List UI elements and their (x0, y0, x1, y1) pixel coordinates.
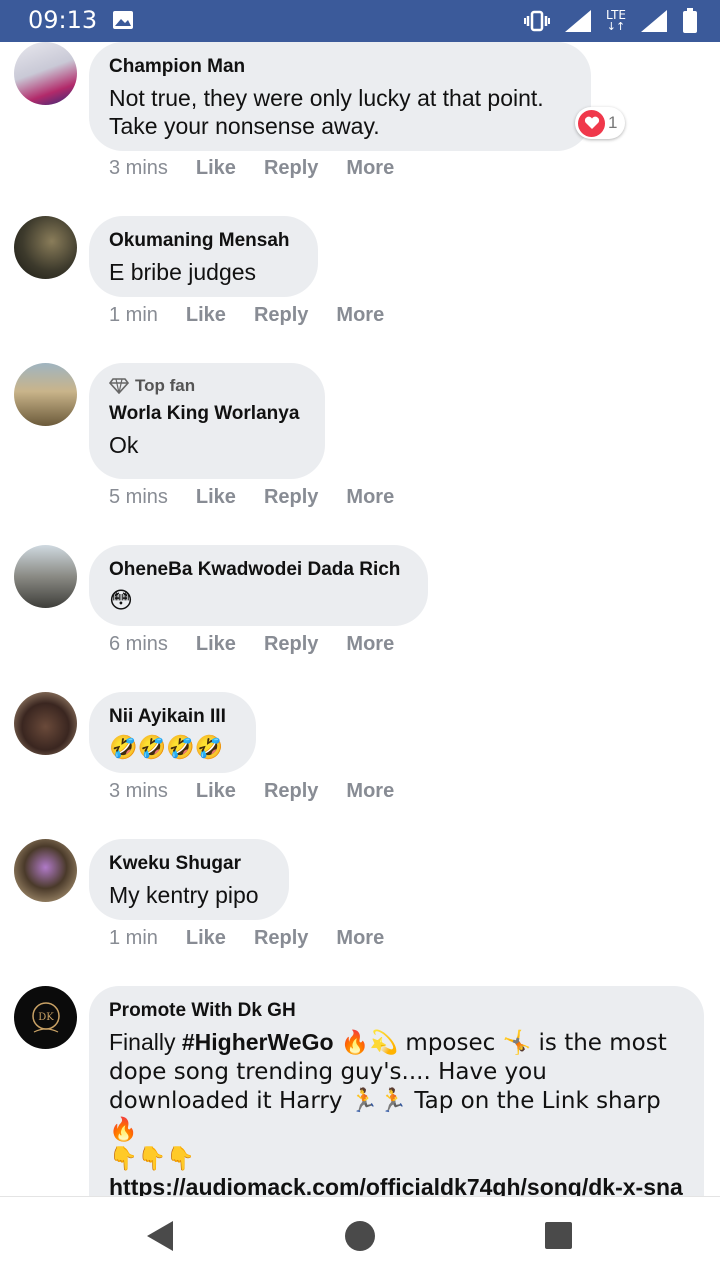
comment-author[interactable]: Champion Man (109, 54, 571, 80)
comment-author[interactable]: Okumaning Mensah (109, 228, 298, 254)
lte-indicator: LTE ↓↑ (606, 8, 626, 33)
like-button[interactable]: Like (186, 304, 226, 327)
love-reaction-icon (578, 109, 605, 137)
comment-text: My kentry pipo (109, 882, 259, 908)
comment-text: Not true, they were only lucky at that p… (109, 85, 544, 139)
comment-author[interactable]: OheneBa Kwadwodei Dada Rich (109, 557, 408, 583)
gallery-notification-icon (113, 11, 133, 29)
comment-actions: 1 min Like Reply More (109, 304, 384, 327)
comment-author[interactable]: Worla King Worlanya (109, 401, 305, 427)
status-time: 09:13 (28, 6, 98, 34)
audiomack-link[interactable]: https://audiomack.com/officialdk74gh/son… (109, 1174, 683, 1196)
like-button[interactable]: Like (196, 157, 236, 180)
more-button[interactable]: More (336, 304, 384, 327)
like-button[interactable]: Like (196, 486, 236, 509)
comment-text: Ok (109, 432, 139, 458)
comment-bubble[interactable]: Champion Man Not true, they were only lu… (89, 42, 591, 151)
comment-bubble[interactable]: Nii Ayikain III 🤣🤣🤣🤣 (89, 692, 256, 773)
more-button[interactable]: More (346, 780, 394, 803)
battery-icon (683, 8, 697, 33)
comment-text: Finally #HigherWeGo 🔥💫 mposec 🤸 is the m… (109, 1028, 684, 1196)
comment-time: 1 min (109, 304, 158, 326)
diamond-icon (109, 378, 129, 394)
comment-time: 3 mins (109, 157, 168, 179)
svg-text:DK: DK (38, 1012, 54, 1023)
comment-bubble[interactable]: Top fan Worla King Worlanya Ok (89, 363, 325, 479)
reply-button[interactable]: Reply (264, 157, 318, 180)
comment-bubble[interactable]: Okumaning Mensah E bribe judges (89, 216, 318, 297)
comment-text: 🤣🤣🤣🤣 (109, 735, 224, 761)
reaction-badge[interactable]: 1 (575, 107, 626, 139)
comments-feed[interactable]: Champion Man Not true, they were only lu… (0, 42, 720, 1196)
reply-button[interactable]: Reply (264, 780, 318, 803)
comment-text: E bribe judges (109, 259, 257, 285)
comment-bubble[interactable]: Kweku Shugar My kentry pipo (89, 839, 289, 920)
more-button[interactable]: More (336, 927, 384, 950)
hashtag-link[interactable]: #HigherWeGo (182, 1029, 334, 1055)
reply-button[interactable]: Reply (254, 927, 308, 950)
navigation-bar (0, 1196, 720, 1281)
avatar[interactable]: DK (14, 986, 77, 1049)
more-button[interactable]: More (346, 157, 394, 180)
recents-icon[interactable] (544, 1221, 573, 1250)
avatar[interactable] (14, 545, 77, 608)
comment-time: 3 mins (109, 780, 168, 802)
avatar[interactable] (14, 363, 77, 426)
signal-icon-2 (641, 10, 667, 32)
comment-time: 1 min (109, 927, 158, 949)
comment-text: 😳 (109, 588, 133, 614)
reply-button[interactable]: Reply (264, 486, 318, 509)
comment-time: 5 mins (109, 486, 168, 508)
comment-actions: 3 mins Like Reply More (109, 157, 394, 180)
comment-bubble[interactable]: OheneBa Kwadwodei Dada Rich 😳 (89, 545, 428, 626)
comment-actions: 6 mins Like Reply More (109, 633, 394, 656)
like-button[interactable]: Like (186, 927, 226, 950)
reaction-count: 1 (608, 113, 618, 132)
like-button[interactable]: Like (196, 780, 236, 803)
avatar[interactable] (14, 42, 77, 105)
dk-logo: DK (31, 1001, 60, 1033)
comment-author[interactable]: Nii Ayikain III (109, 704, 236, 730)
more-button[interactable]: More (346, 486, 394, 509)
back-icon[interactable] (145, 1219, 175, 1253)
top-fan-badge: Top fan (109, 375, 305, 397)
vibrate-icon (524, 10, 551, 32)
comment-actions: 1 min Like Reply More (109, 927, 384, 950)
avatar[interactable] (14, 692, 77, 755)
comment-time: 6 mins (109, 633, 168, 655)
comment-bubble[interactable]: Promote With Dk GH Finally #HigherWeGo 🔥… (89, 986, 704, 1196)
avatar[interactable] (14, 216, 77, 279)
comment-actions: 5 mins Like Reply More (109, 486, 394, 509)
comment-actions: 3 mins Like Reply More (109, 780, 394, 803)
reply-button[interactable]: Reply (254, 304, 308, 327)
like-button[interactable]: Like (196, 633, 236, 656)
comment-author[interactable]: Promote With Dk GH (109, 998, 684, 1024)
avatar[interactable] (14, 839, 77, 902)
signal-icon (565, 10, 592, 32)
status-bar: 09:13 LTE ↓↑ (0, 0, 720, 42)
reply-button[interactable]: Reply (264, 633, 318, 656)
comment-author[interactable]: Kweku Shugar (109, 851, 269, 877)
home-icon[interactable] (343, 1219, 377, 1253)
more-button[interactable]: More (346, 633, 394, 656)
